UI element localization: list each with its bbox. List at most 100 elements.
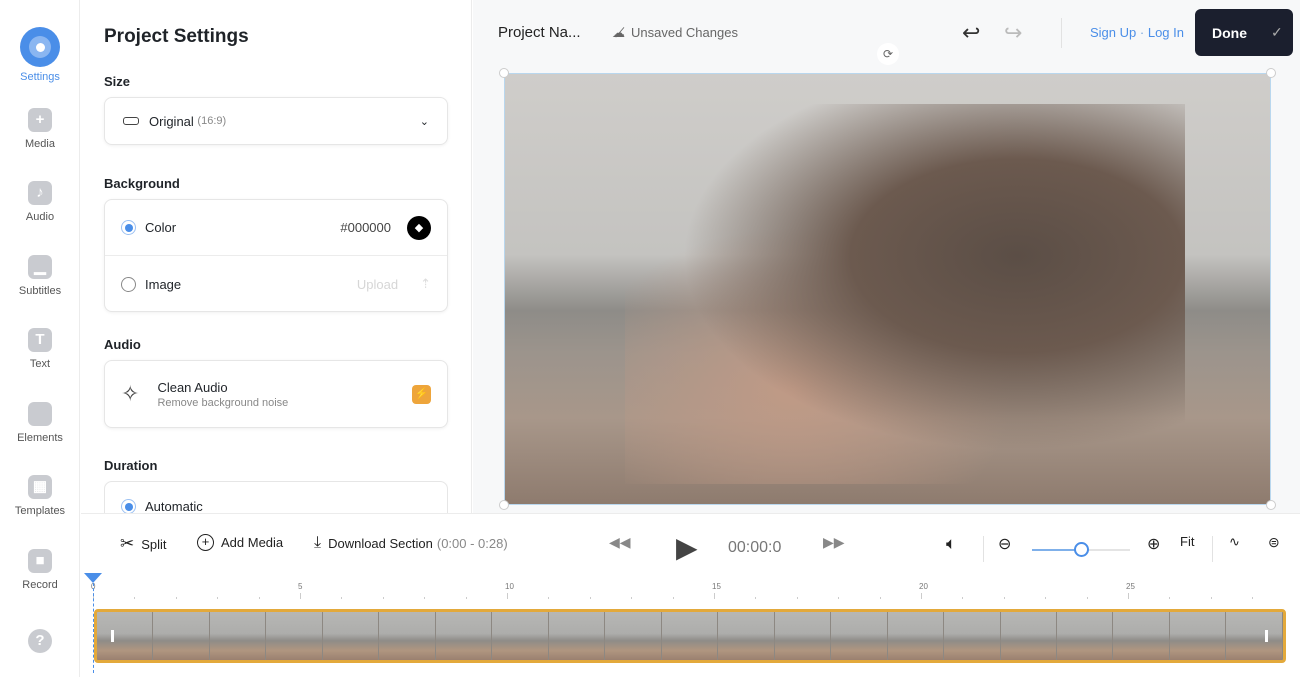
captions-button[interactable]: ⊜ bbox=[1268, 534, 1280, 551]
sparkle-icon: ✧ bbox=[121, 381, 140, 406]
ruler-tick bbox=[217, 597, 219, 599]
duration-clip: Automatic bbox=[104, 481, 448, 513]
ruler-tick-label: 10 bbox=[505, 582, 514, 591]
timeline-ruler[interactable]: 0 5 10 15 20 25 bbox=[0, 575, 1300, 605]
captions-icon: ⊜ bbox=[1268, 534, 1280, 550]
sidebar-item-media[interactable]: + Media bbox=[0, 108, 80, 150]
color-option[interactable]: Color #000000 ◆ bbox=[105, 200, 447, 256]
divider bbox=[1212, 536, 1213, 562]
color-radio[interactable] bbox=[121, 220, 136, 235]
ruler-tick bbox=[134, 597, 136, 599]
clean-audio-card[interactable]: ✧ Clean Audio Remove background noise ⚡ bbox=[104, 360, 448, 428]
clip-frame-thumbnail bbox=[492, 612, 549, 660]
done-button[interactable]: Done ✓ bbox=[1195, 9, 1293, 56]
size-dropdown[interactable]: Original (16:9) ⌄ bbox=[104, 97, 448, 145]
project-name[interactable]: Project Na... bbox=[498, 24, 581, 41]
sidebar-item-label: Elements bbox=[17, 432, 63, 444]
ruler-tick bbox=[1169, 597, 1171, 599]
resize-handle[interactable] bbox=[499, 68, 509, 78]
zoom-in-button[interactable]: ⊕ bbox=[1147, 534, 1160, 554]
fit-label: Fit bbox=[1180, 534, 1195, 549]
ruler-tick bbox=[382, 597, 384, 599]
lightning-icon: ⚡ bbox=[412, 384, 431, 404]
ruler-tick bbox=[921, 593, 922, 599]
sidebar-item-audio[interactable]: ♪ Audio bbox=[0, 181, 80, 223]
sign-up-link[interactable]: Sign Up bbox=[1090, 25, 1136, 40]
size-label: Size bbox=[104, 74, 131, 89]
undo-button[interactable]: ↩ bbox=[962, 20, 980, 46]
image-radio[interactable] bbox=[121, 276, 136, 292]
download-section-button[interactable]: ⤓ Download Section (0:00 - 0:28) bbox=[314, 534, 508, 552]
clip-frame-thumbnail bbox=[944, 612, 1001, 660]
clip-frame-thumbnail bbox=[774, 612, 832, 660]
sidebar-item-text[interactable]: T Text bbox=[0, 328, 80, 370]
check-icon: ✓ bbox=[1271, 24, 1283, 40]
automatic-label: Automatic bbox=[145, 499, 203, 513]
separator: · bbox=[1139, 25, 1145, 40]
image-option[interactable]: Image Upload ⇡ bbox=[105, 256, 447, 312]
elements-icon bbox=[28, 402, 52, 426]
play-button[interactable]: ▶ bbox=[676, 531, 698, 564]
ruler-tick bbox=[300, 593, 301, 599]
paint-bucket-icon[interactable]: ◆ bbox=[407, 215, 431, 240]
ruler-tick bbox=[631, 597, 633, 599]
zoom-slider-knob[interactable] bbox=[1074, 542, 1089, 557]
rotate-handle[interactable]: ⟳ bbox=[877, 43, 899, 65]
upload-button[interactable]: Upload bbox=[357, 277, 398, 292]
sidebar-item-elements[interactable]: Elements bbox=[0, 402, 80, 444]
resize-handle[interactable] bbox=[499, 500, 509, 510]
undo-icon: ↩ bbox=[962, 20, 981, 45]
zoom-slider[interactable] bbox=[1032, 542, 1130, 557]
waveform-button[interactable]: ∿ bbox=[1229, 534, 1240, 550]
ruler-tick bbox=[1252, 597, 1254, 599]
rewind-button[interactable]: ◀◀ bbox=[609, 534, 631, 551]
duration-options: Automatic bbox=[104, 481, 448, 513]
background-label: Background bbox=[104, 176, 180, 191]
ruler-tick bbox=[589, 597, 591, 599]
sidebar-item-templates[interactable]: ▦ Templates bbox=[0, 475, 80, 517]
fit-button[interactable]: Fit bbox=[1180, 534, 1194, 549]
video-clip[interactable] bbox=[94, 609, 1286, 663]
playhead[interactable] bbox=[84, 573, 102, 583]
redo-button[interactable]: ↪ bbox=[1004, 20, 1022, 46]
video-preview[interactable] bbox=[504, 73, 1271, 505]
ruler-tick-label: 15 bbox=[712, 582, 721, 591]
person-figure bbox=[625, 104, 1185, 484]
volume-button[interactable]: 🔈︎ bbox=[946, 534, 956, 554]
help-button[interactable]: ? bbox=[0, 629, 80, 659]
trim-handle-right[interactable] bbox=[1265, 630, 1268, 642]
ruler-tick bbox=[838, 597, 840, 599]
help-icon: ? bbox=[28, 629, 52, 653]
sidebar-item-label: Text bbox=[29, 358, 51, 370]
play-icon: ▶ bbox=[676, 532, 698, 563]
automatic-radio[interactable] bbox=[121, 499, 136, 513]
clip-frame-thumbnail bbox=[605, 612, 662, 660]
templates-icon: ▦ bbox=[28, 475, 52, 499]
fast-forward-button[interactable]: ▶▶ bbox=[823, 534, 845, 551]
ruler-tick-label: 5 bbox=[298, 582, 303, 591]
ruler-tick bbox=[548, 597, 550, 599]
sidebar-item-settings[interactable]: Settings bbox=[0, 27, 80, 83]
clip-frame-thumbnail bbox=[322, 612, 380, 660]
done-label: Done bbox=[1212, 24, 1247, 41]
color-value: #000000 bbox=[340, 220, 391, 235]
ruler-tick bbox=[879, 597, 881, 599]
automatic-option[interactable]: Automatic bbox=[105, 482, 447, 513]
chevron-down-icon: ⌄ bbox=[419, 115, 429, 128]
clip-frame-thumbnail bbox=[1000, 612, 1057, 660]
add-circle-icon: + bbox=[197, 534, 214, 551]
resize-handle[interactable] bbox=[1266, 500, 1276, 510]
add-media-button[interactable]: + Add Media bbox=[197, 534, 283, 551]
trim-handle-left[interactable] bbox=[111, 630, 114, 642]
download-label: Download Section bbox=[328, 535, 433, 551]
clip-frame-thumbnail bbox=[1113, 612, 1170, 660]
audio-label: Audio bbox=[104, 337, 141, 352]
zoom-out-button[interactable]: ⊖ bbox=[998, 534, 1011, 554]
duration-label: Duration bbox=[104, 458, 158, 473]
fast-forward-icon: ▶▶ bbox=[823, 534, 845, 550]
clip-frame-thumbnail bbox=[1169, 612, 1227, 660]
sidebar-item-subtitles[interactable]: ▁ Subtitles bbox=[0, 255, 80, 297]
resize-handle[interactable] bbox=[1266, 68, 1276, 78]
split-button[interactable]: ✂ Split bbox=[120, 534, 167, 554]
log-in-link[interactable]: Log In bbox=[1148, 25, 1184, 40]
